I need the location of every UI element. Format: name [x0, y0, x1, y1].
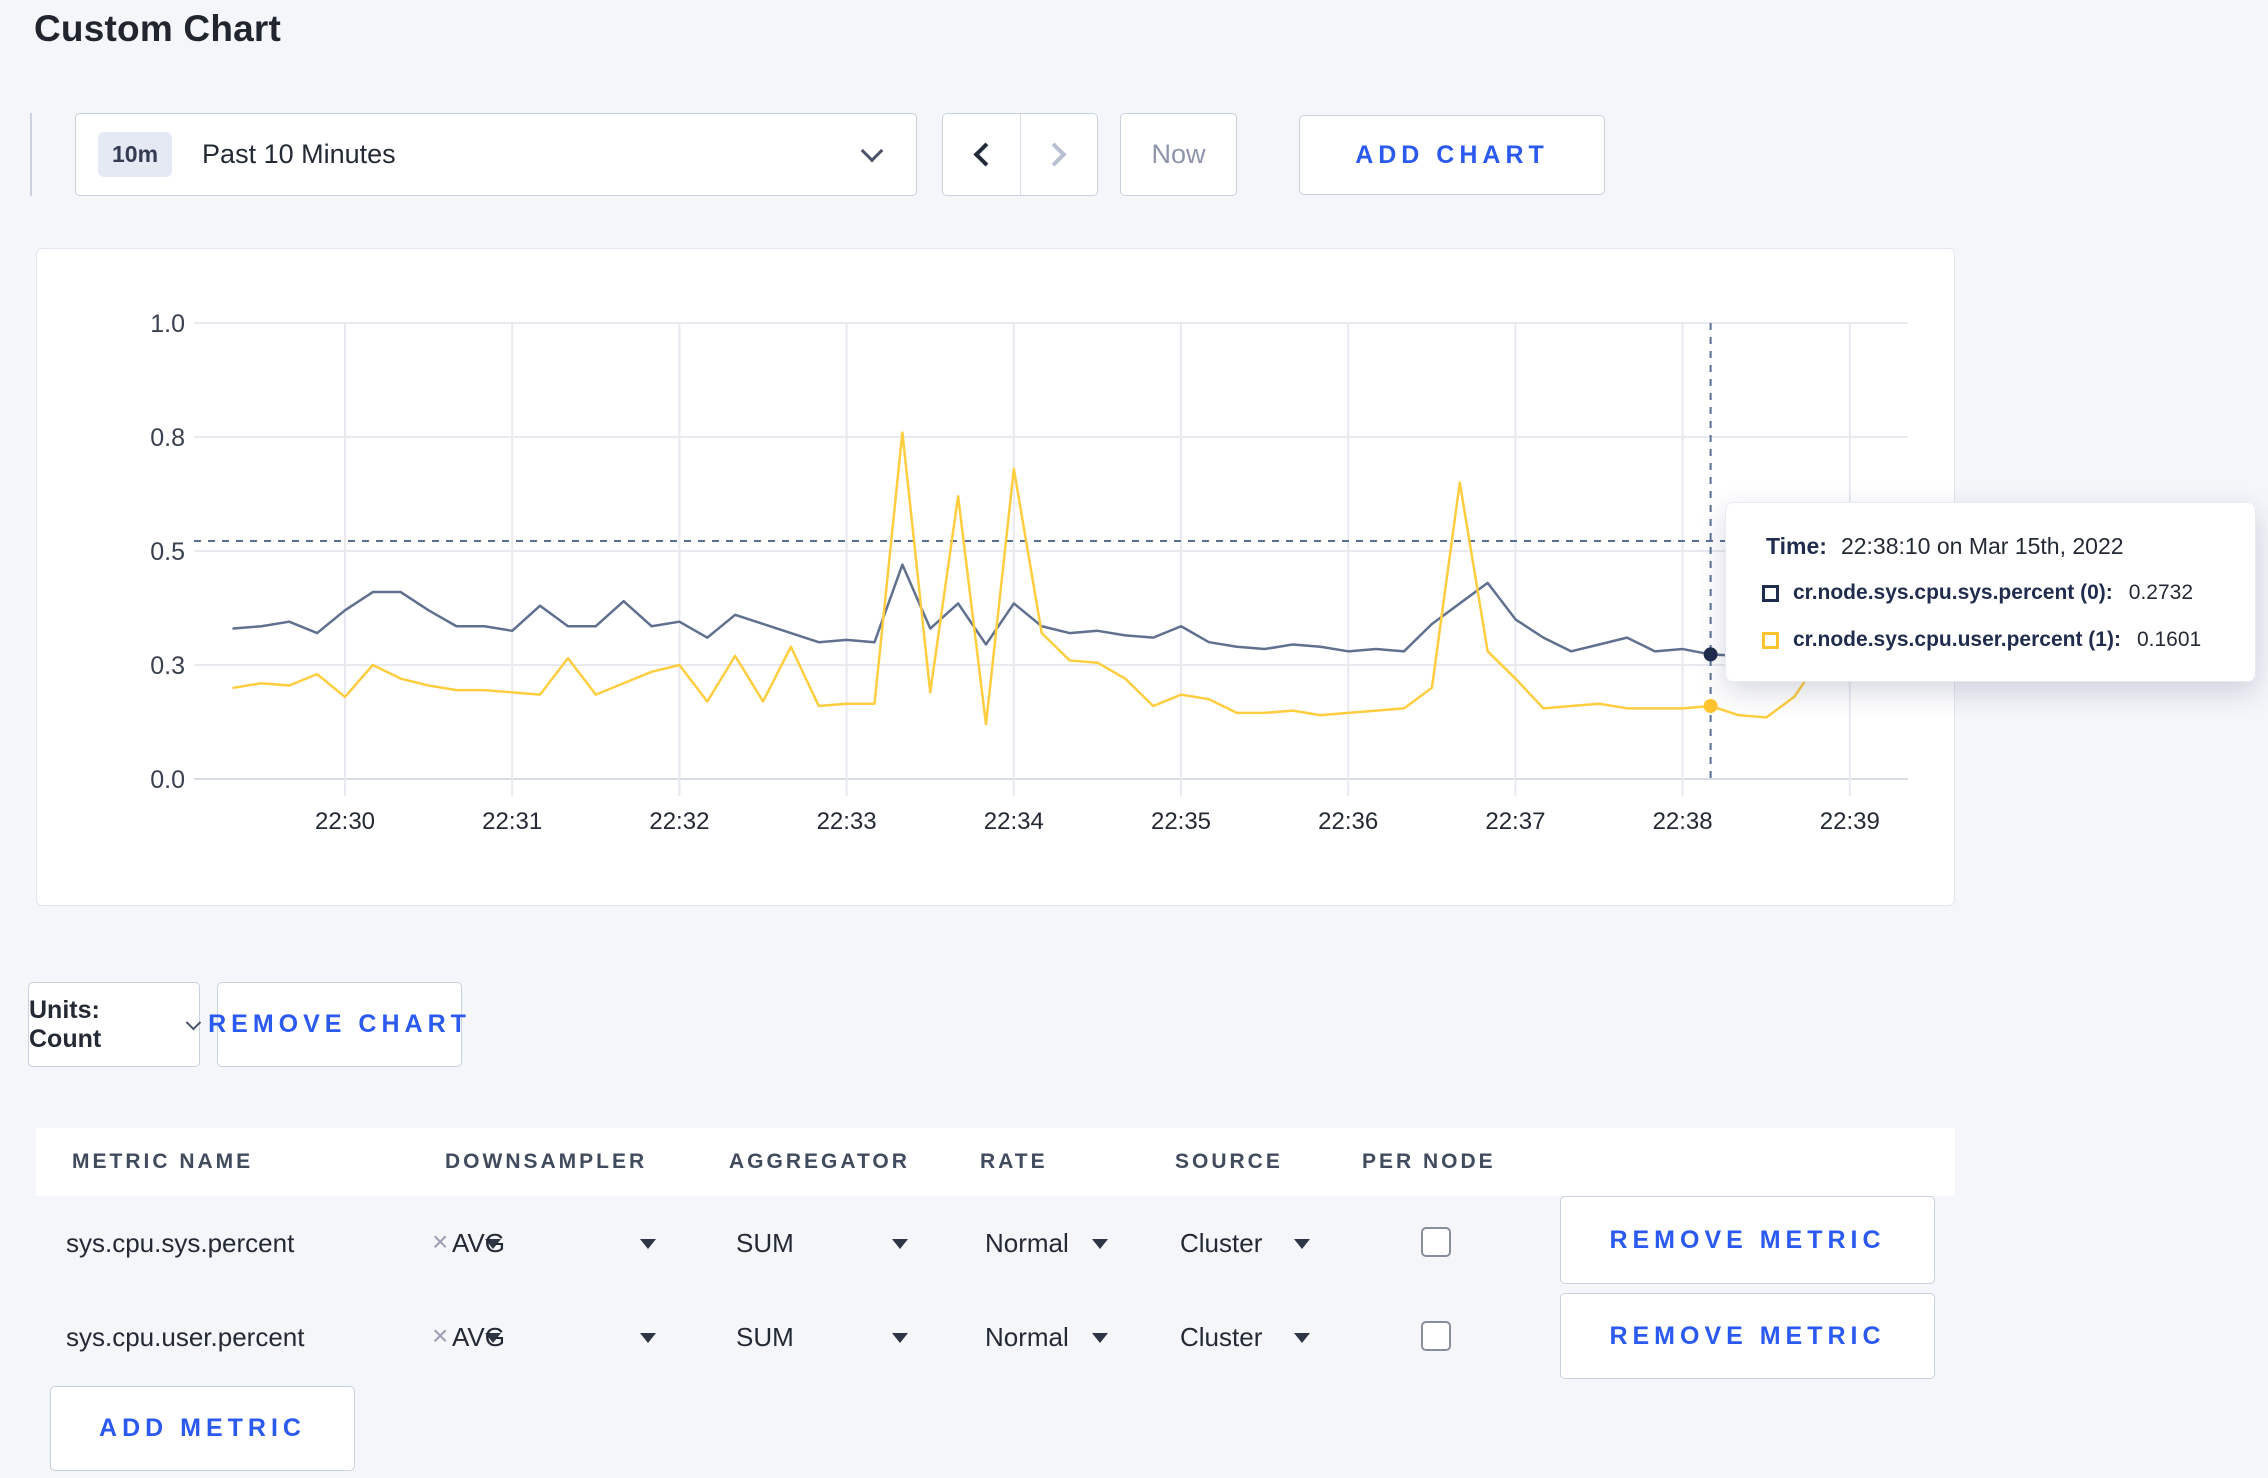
header-metric-name: METRIC NAME	[72, 1150, 254, 1173]
svg-text:0.5: 0.5	[150, 538, 185, 566]
svg-text:0.8: 0.8	[150, 424, 185, 452]
source-select[interactable]: Cluster	[1180, 1290, 1262, 1384]
metric-name-select[interactable]: sys.cpu.sys.percent	[66, 1196, 294, 1290]
svg-text:22:39: 22:39	[1820, 808, 1880, 835]
timeseries-chart[interactable]: 1.0 0.8 0.5 0.3 0.0 22:30 22:31 22:32 22:33 22:34…	[37, 249, 1956, 907]
units-dropdown[interactable]: Units: Count	[28, 982, 202, 1067]
header-downsampler: DOWNSAMPLER	[445, 1150, 648, 1173]
metrics-table-header: METRIC NAME DOWNSAMPLER AGGREGATOR RATE …	[36, 1128, 1955, 1196]
remove-metric-button[interactable]: REMOVE METRIC	[1560, 1196, 1935, 1284]
header-aggregator: AGGREGATOR	[729, 1150, 910, 1173]
clear-metric-icon[interactable]	[432, 1196, 448, 1290]
metric-name-select[interactable]: sys.cpu.user.percent	[66, 1290, 304, 1384]
page-title: Custom Chart	[34, 8, 282, 49]
tooltip-series-row: cr.node.sys.cpu.user.percent (1): 0.1601	[1762, 625, 2255, 655]
svg-text:22:31: 22:31	[482, 808, 542, 835]
svg-text:22:35: 22:35	[1151, 808, 1211, 835]
per-node-checkbox[interactable]	[1421, 1321, 1451, 1351]
tooltip-series-row: cr.node.sys.cpu.sys.percent (0): 0.2732	[1762, 578, 2255, 608]
tooltip-time-value: 22:38:10 on Mar 15th, 2022	[1840, 532, 2124, 559]
aggregator-select[interactable]: SUM	[736, 1290, 794, 1384]
aggregator-select[interactable]: SUM	[736, 1196, 794, 1290]
svg-text:22:34: 22:34	[984, 808, 1044, 835]
chart-tooltip: Time: 22:38:10 on Mar 15th, 2022 cr.node…	[1725, 502, 2256, 682]
header-per-node: PER NODE	[1362, 1150, 1496, 1173]
downsampler-select[interactable]: AVG	[452, 1196, 505, 1290]
units-label: Units: Count	[29, 995, 102, 1053]
svg-text:22:30: 22:30	[315, 808, 375, 835]
tooltip-series-value: 0.2732	[2128, 581, 2194, 604]
svg-text:22:36: 22:36	[1318, 808, 1378, 835]
chevron-left-icon	[973, 142, 998, 167]
svg-text:22:32: 22:32	[649, 808, 709, 835]
time-range-badge: 10m	[98, 132, 173, 177]
tooltip-time-label: Time:	[1766, 532, 1827, 559]
header-rate: RATE	[980, 1150, 1048, 1173]
tooltip-series-label: cr.node.sys.cpu.user.percent (1):	[1793, 628, 2121, 651]
caret-down-icon[interactable]	[1294, 1333, 1310, 1343]
svg-text:0.0: 0.0	[150, 766, 185, 794]
caret-down-icon[interactable]	[640, 1333, 656, 1343]
downsampler-select[interactable]: AVG	[452, 1290, 505, 1384]
caret-down-icon[interactable]	[1092, 1239, 1108, 1249]
tooltip-series-value: 0.1601	[2136, 628, 2202, 651]
chevron-down-icon	[860, 139, 884, 162]
series-sys-swatch-icon	[1762, 584, 1779, 602]
metric-row: sys.cpu.user.percent AVG SUM Normal Clus…	[0, 1290, 2268, 1384]
header-source: SOURCE	[1175, 1150, 1283, 1173]
time-range-label: Past 10 Minutes	[202, 139, 396, 169]
source-select[interactable]: Cluster	[1180, 1196, 1262, 1290]
tooltip-time-row: Time: 22:38:10 on Mar 15th, 2022	[1762, 531, 2255, 561]
caret-down-icon[interactable]	[640, 1239, 656, 1249]
toolbar-divider	[30, 113, 32, 196]
svg-text:22:33: 22:33	[817, 808, 877, 835]
tooltip-series-label: cr.node.sys.cpu.sys.percent (0):	[1793, 581, 2113, 604]
per-node-checkbox[interactable]	[1421, 1227, 1451, 1257]
caret-down-icon[interactable]	[892, 1333, 908, 1343]
svg-text:1.0: 1.0	[150, 310, 185, 338]
chart-card: 1.0 0.8 0.5 0.3 0.0 22:30 22:31 22:32 22:33 22:34…	[36, 248, 1955, 906]
caret-down-icon[interactable]	[1294, 1239, 1310, 1249]
add-chart-button[interactable]: ADD CHART	[1299, 115, 1605, 195]
caret-down-icon[interactable]	[1092, 1333, 1108, 1343]
rate-select[interactable]: Normal	[985, 1196, 1069, 1290]
caret-down-icon[interactable]	[892, 1239, 908, 1249]
series-user-swatch-icon	[1762, 631, 1779, 649]
time-range-dropdown[interactable]: 10m Past 10 Minutes	[75, 113, 917, 196]
metric-row: sys.cpu.sys.percent AVG SUM Normal Clust…	[0, 1196, 2268, 1290]
svg-text:0.3: 0.3	[150, 652, 185, 680]
remove-chart-button[interactable]: REMOVE CHART	[208, 982, 466, 1067]
prev-timeframe-button[interactable]	[943, 114, 1020, 195]
svg-text:22:37: 22:37	[1485, 808, 1545, 835]
svg-text:22:38: 22:38	[1653, 808, 1713, 835]
remove-metric-button[interactable]: REMOVE METRIC	[1560, 1293, 1935, 1379]
now-button[interactable]: Now	[1120, 113, 1237, 196]
chevron-right-icon	[1042, 142, 1067, 167]
add-metric-button[interactable]: ADD METRIC	[50, 1386, 355, 1471]
rate-select[interactable]: Normal	[985, 1290, 1069, 1384]
next-timeframe-button[interactable]	[1019, 114, 1098, 195]
clear-metric-icon[interactable]	[432, 1290, 448, 1384]
chevron-down-icon	[186, 1014, 202, 1031]
time-pager	[942, 113, 1098, 196]
